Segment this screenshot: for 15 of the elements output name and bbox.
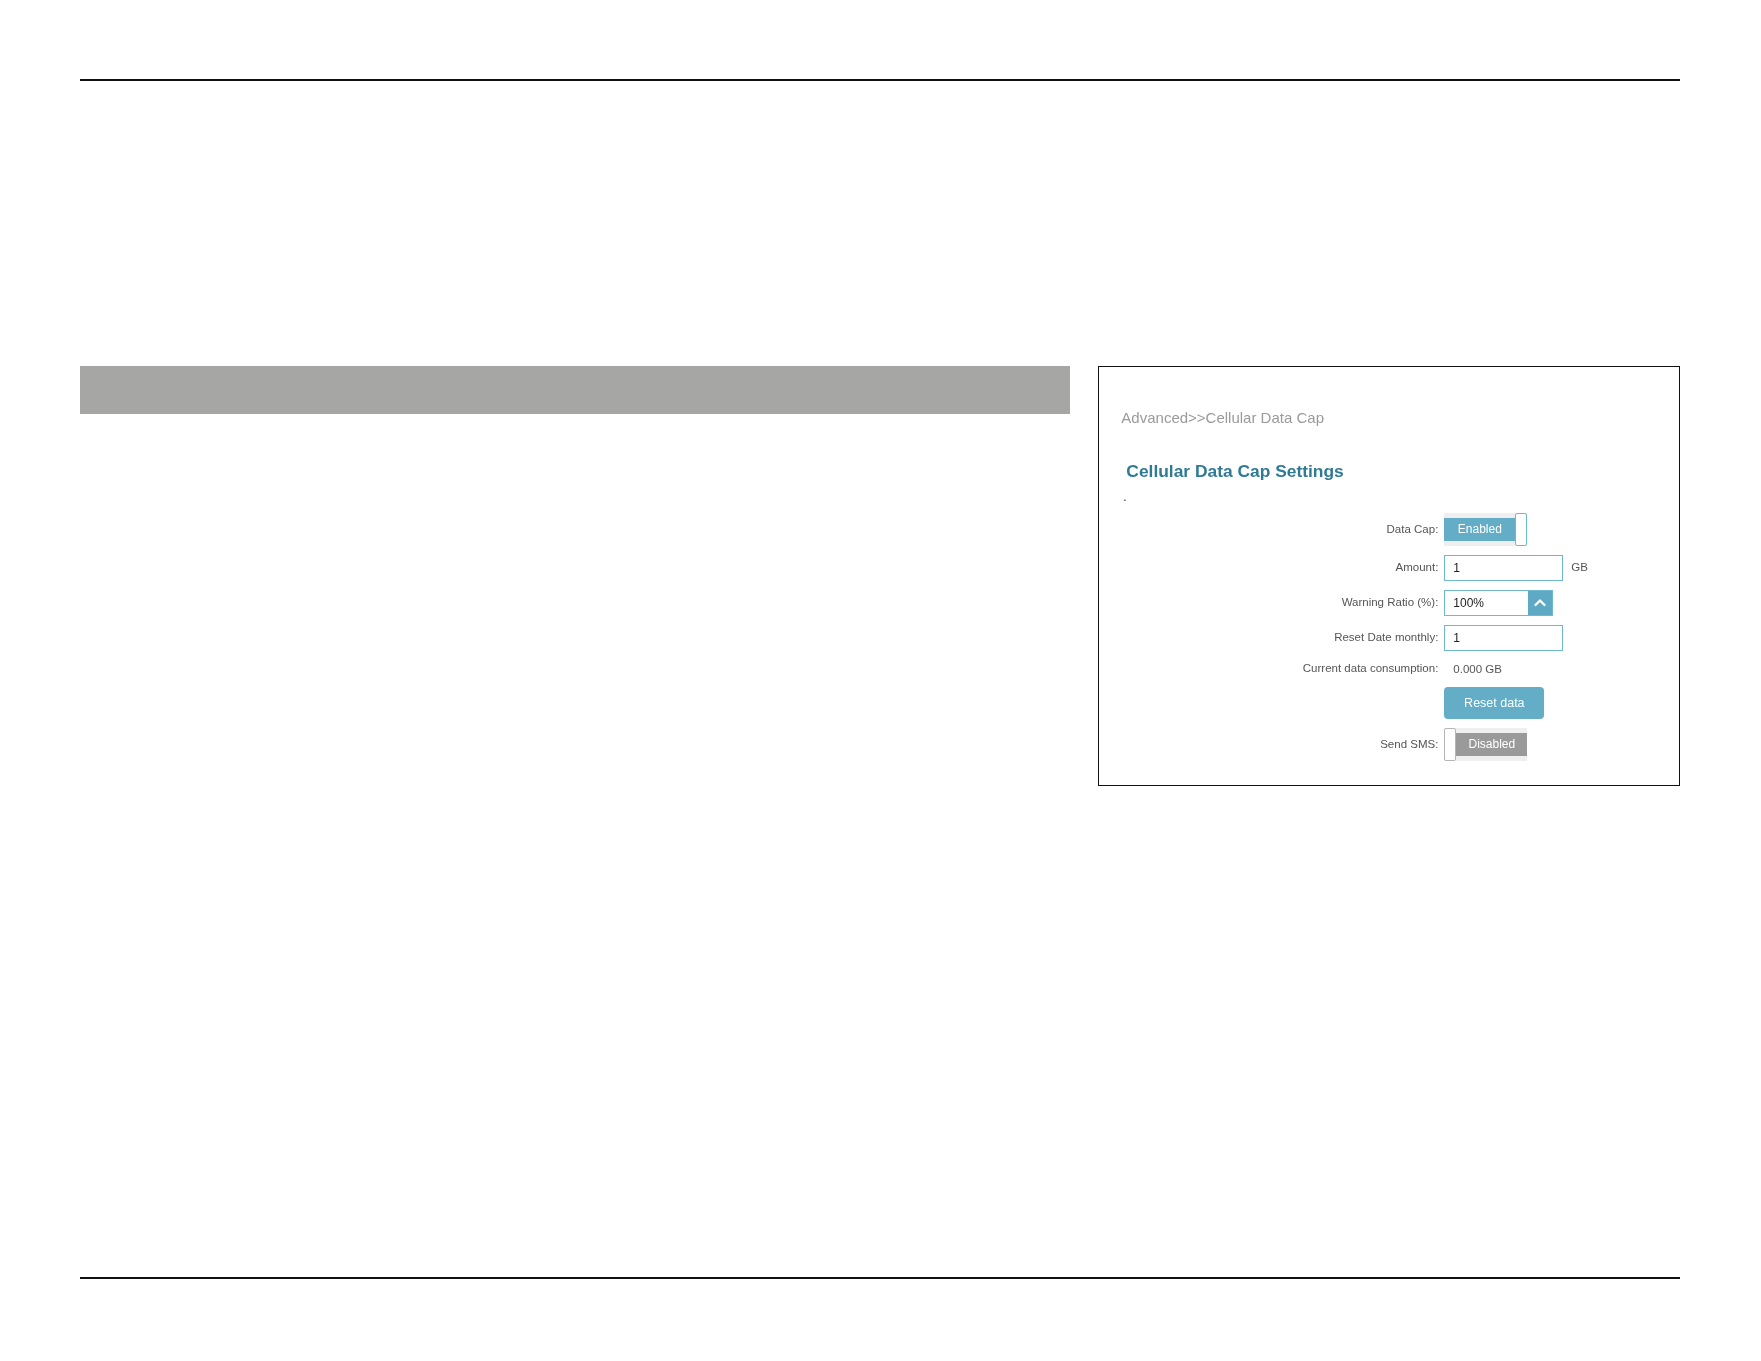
field-label: Current data consumption: [1302, 661, 1439, 677]
breadcrumb: Advanced>>Cellular Data Cap [1121, 409, 1325, 427]
field-label: Send SMS: [1380, 736, 1439, 752]
note-text: . [1123, 490, 1127, 504]
field-label: Warning Ratio (%): [1341, 595, 1439, 611]
field-label: Data Cap: [1386, 521, 1439, 537]
dropdown[interactable]: 100% [1444, 590, 1554, 616]
field-label: Amount: [1395, 560, 1439, 576]
chevron-up-icon[interactable] [1528, 591, 1553, 615]
input-field[interactable]: 1 [1444, 625, 1564, 651]
value-text: 0.000 GB [1452, 662, 1502, 677]
input-field[interactable]: 1 [1444, 555, 1564, 581]
field-label: Reset Date monthly: [1334, 630, 1439, 646]
page-title: Cellular Data Cap Settings [1126, 461, 1345, 481]
unit-label: GB [1571, 560, 1588, 576]
